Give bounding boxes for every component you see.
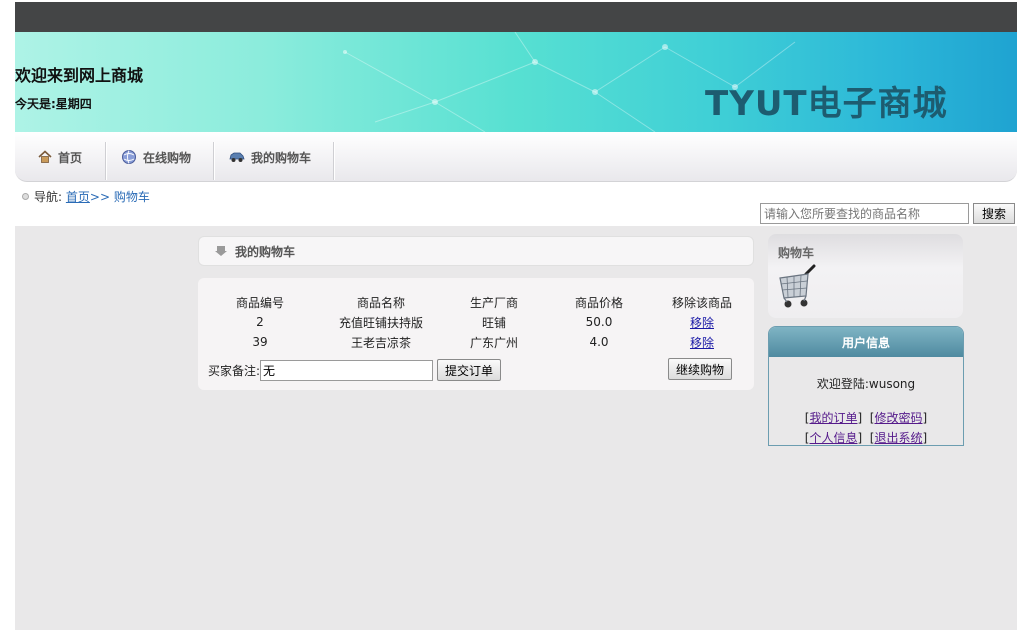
breadcrumb: 导航: 首页 >> 购物车 <box>22 188 150 205</box>
main-nav: 首页 在线购物 我的购物车 <box>15 132 1017 182</box>
cell-price: 4.0 <box>589 335 609 349</box>
nav-divider <box>105 142 107 180</box>
cell-id: 39 <box>252 335 268 349</box>
col-header-name: 商品名称 <box>356 295 405 310</box>
breadcrumb-home-link[interactable]: 首页 <box>66 188 90 205</box>
today-weekday: 今天是:星期四 <box>15 97 92 111</box>
cart-panel-title: 我的购物车 <box>235 244 296 259</box>
cell-maker: 广东广州 <box>469 335 518 350</box>
nav-item-shopping[interactable]: 在线购物 <box>121 132 191 182</box>
col-header-id: 商品编号 <box>235 295 284 310</box>
cart-box: 商品编号 商品名称 生产厂商 商品价格 移除该商品 2 充值旺铺扶持版 旺铺 5… <box>198 278 754 390</box>
user-info-box: 用户信息 欢迎登陆:wusong [我的订单] [修改密码] [个人信息] [退… <box>768 326 964 446</box>
cell-remove: 移除 <box>650 332 754 352</box>
submit-order-button[interactable]: 提交订单 <box>437 359 502 381</box>
side-cart-box[interactable]: 购物车 <box>768 234 963 318</box>
bullet-icon <box>22 193 29 200</box>
continue-shopping-button[interactable]: 继续购物 <box>668 358 733 380</box>
home-icon <box>38 150 52 163</box>
header-banner: 欢迎来到网上商城 今天是:星期四 TYUT电子商城 <box>15 32 1017 132</box>
table-row: 2 充值旺铺扶持版 旺铺 50.0 移除 <box>198 312 754 332</box>
note-label: 买家备注: <box>208 363 261 378</box>
nav-item-my-cart[interactable]: 我的购物车 <box>229 132 311 182</box>
cell-id: 2 <box>256 315 264 329</box>
remove-link[interactable]: 移除 <box>690 336 714 350</box>
cell-maker: 旺铺 <box>481 315 506 330</box>
user-links-row-2: [个人信息] [退出系统] <box>804 431 928 445</box>
shopping-cart-icon <box>779 264 816 308</box>
search-input[interactable] <box>760 203 969 224</box>
content-area: 我的购物车 商品编号 商品名称 生产厂商 商品价格 移除该商品 2 充值旺铺扶持… <box>15 226 1017 630</box>
buyer-note-input[interactable] <box>260 359 434 381</box>
user-links-row-1: [我的订单] [修改密码] <box>804 411 928 425</box>
change-password-link[interactable]: 修改密码 <box>875 411 923 425</box>
cell-name: 王老吉凉茶 <box>350 335 411 350</box>
nav-item-home[interactable]: 首页 <box>38 132 82 182</box>
nav-divider <box>213 142 215 180</box>
table-header-row: 商品编号 商品名称 生产厂商 商品价格 移除该商品 <box>198 292 754 312</box>
my-orders-link[interactable]: 我的订单 <box>809 411 857 425</box>
cart-table: 商品编号 商品名称 生产厂商 商品价格 移除该商品 2 充值旺铺扶持版 旺铺 5… <box>198 292 754 352</box>
nav-divider <box>333 142 335 180</box>
side-cart-title: 购物车 <box>778 246 815 260</box>
logout-link[interactable]: 退出系统 <box>875 431 923 445</box>
note-row: 买家备注: 提交订单 <box>208 359 502 381</box>
globe-icon <box>122 150 136 164</box>
personal-info-link[interactable]: 个人信息 <box>809 431 857 445</box>
col-header-price: 商品价格 <box>574 295 623 310</box>
cell-remove: 移除 <box>650 312 754 332</box>
nav-label-home: 首页 <box>58 150 83 165</box>
breadcrumb-separator: >> <box>89 189 110 204</box>
remove-link[interactable]: 移除 <box>690 316 714 330</box>
user-welcome-text: 欢迎登陆:wusong <box>816 377 916 391</box>
col-header-remove: 移除该商品 <box>671 295 732 310</box>
nav-label-shopping: 在线购物 <box>143 150 192 165</box>
arrow-down-icon <box>215 246 227 256</box>
cell-price: 50.0 <box>585 315 613 329</box>
welcome-title: 欢迎来到网上商城 <box>15 66 144 85</box>
breadcrumb-current: 购物车 <box>113 190 150 204</box>
col-header-maker: 生产厂商 <box>469 295 518 310</box>
top-bar <box>15 2 1017 32</box>
page: 欢迎来到网上商城 今天是:星期四 TYUT电子商城 首页 在线购物 我的购物车 … <box>15 0 1017 630</box>
table-row: 39 王老吉凉茶 广东广州 4.0 移除 <box>198 332 754 352</box>
breadcrumb-prefix: 导航: <box>34 190 63 204</box>
cell-name: 充值旺铺扶持版 <box>338 315 423 330</box>
cart-panel-header: 我的购物车 <box>198 236 754 266</box>
nav-label-my-cart: 我的购物车 <box>251 150 312 165</box>
brand-title: TYUT电子商城 <box>705 84 948 124</box>
search-button[interactable]: 搜索 <box>973 203 1015 224</box>
car-icon <box>229 152 245 162</box>
user-info-title: 用户信息 <box>769 327 963 357</box>
